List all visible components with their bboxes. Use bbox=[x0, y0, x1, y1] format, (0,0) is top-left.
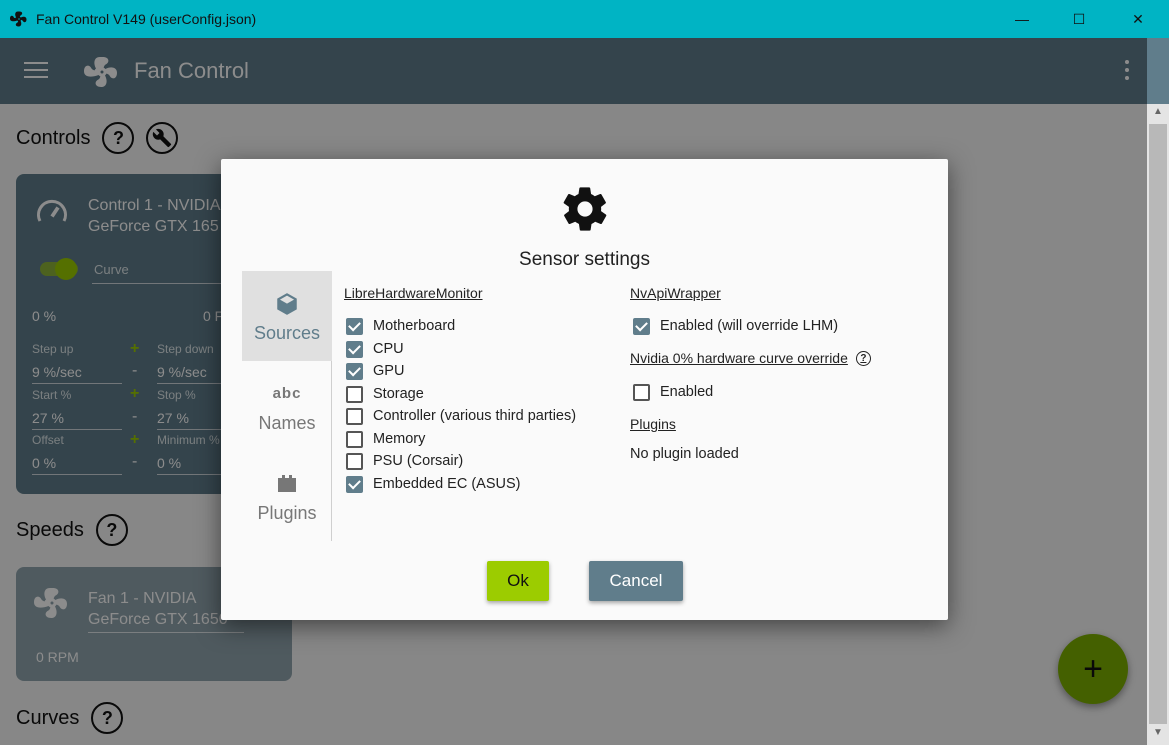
checkbox-icon[interactable] bbox=[346, 317, 363, 335]
nav-plugins-label: Plugins bbox=[257, 502, 317, 523]
sensor-settings-dialog: Sensor settings Sources abc Names Plugin… bbox=[221, 159, 948, 620]
plugin-icon bbox=[275, 469, 299, 499]
maximize-icon: ☐ bbox=[1072, 10, 1086, 27]
cancel-button[interactable]: Cancel bbox=[589, 561, 683, 601]
checkbox-icon[interactable] bbox=[346, 430, 363, 448]
checkbox-icon[interactable] bbox=[633, 317, 650, 335]
checkbox-icon[interactable] bbox=[633, 383, 650, 401]
checkbox-icon[interactable] bbox=[346, 407, 363, 425]
checkbox-motherboard[interactable]: Motherboard bbox=[346, 316, 455, 336]
checkbox-label: Enabled (will override LHM) bbox=[660, 318, 839, 334]
scroll-down-arrow-icon[interactable]: ▼ bbox=[1149, 727, 1167, 743]
checkbox-label: Embedded EC (ASUS) bbox=[373, 476, 521, 492]
nvapi-header[interactable]: NvApiWrapper bbox=[630, 285, 721, 301]
checkbox-label: Controller (various third parties) bbox=[373, 408, 577, 424]
checkbox-storage[interactable]: Storage bbox=[346, 384, 424, 404]
checkbox-nvidia-override-enabled[interactable]: Enabled bbox=[633, 382, 713, 402]
minimize-button[interactable]: — bbox=[993, 0, 1051, 38]
checkbox-icon[interactable] bbox=[346, 452, 363, 470]
fan-icon bbox=[10, 11, 27, 27]
checkbox-icon[interactable] bbox=[346, 475, 363, 493]
checkbox-label: Motherboard bbox=[373, 318, 456, 334]
lhm-header[interactable]: LibreHardwareMonitor bbox=[344, 285, 483, 301]
checkbox-label: Storage bbox=[373, 386, 424, 402]
plugins-header[interactable]: Plugins bbox=[630, 416, 676, 432]
nvidia-override-header[interactable]: Nvidia 0% hardware curve override ? bbox=[630, 350, 871, 366]
nvidia-override-header-text: Nvidia 0% hardware curve override bbox=[630, 350, 848, 366]
checkbox-icon[interactable] bbox=[346, 340, 363, 358]
maximize-button[interactable]: ☐ bbox=[1050, 0, 1108, 38]
checkbox-embedded-ec[interactable]: Embedded EC (ASUS) bbox=[346, 474, 520, 494]
nav-plugins[interactable]: Plugins bbox=[242, 451, 332, 541]
dialog-nav: Sources abc Names Plugins bbox=[242, 271, 332, 541]
minimize-icon: — bbox=[1015, 11, 1029, 27]
nav-names-label: Names bbox=[258, 412, 316, 433]
scrollbar-thumb[interactable] bbox=[1149, 124, 1167, 724]
gear-icon bbox=[563, 187, 607, 231]
window-title: Fan Control V149 (userConfig.json) bbox=[36, 11, 257, 27]
nav-sources[interactable]: Sources bbox=[242, 271, 332, 361]
checkbox-gpu[interactable]: GPU bbox=[346, 361, 404, 381]
close-button[interactable]: ✕ bbox=[1109, 0, 1167, 38]
checkbox-cpu[interactable]: CPU bbox=[346, 339, 404, 359]
scroll-up-arrow-icon[interactable]: ▲ bbox=[1149, 106, 1167, 122]
checkbox-label: GPU bbox=[373, 363, 405, 379]
checkbox-icon[interactable] bbox=[346, 385, 363, 403]
checkbox-controller[interactable]: Controller (various third parties) bbox=[346, 406, 576, 426]
checkbox-label: PSU (Corsair) bbox=[373, 453, 464, 469]
checkbox-label: Memory bbox=[373, 431, 426, 447]
ok-button[interactable]: Ok bbox=[487, 561, 549, 601]
dialog-title: Sensor settings bbox=[519, 249, 650, 270]
abc-icon: abc bbox=[272, 385, 302, 402]
help-icon[interactable]: ? bbox=[855, 350, 871, 366]
nav-names[interactable]: abc Names bbox=[242, 361, 332, 451]
checkbox-psu[interactable]: PSU (Corsair) bbox=[346, 451, 463, 471]
plugins-status: No plugin loaded bbox=[630, 446, 739, 462]
checkbox-nvapi-enabled[interactable]: Enabled (will override LHM) bbox=[633, 316, 838, 336]
checkbox-label: CPU bbox=[373, 341, 404, 357]
checkbox-icon[interactable] bbox=[346, 362, 363, 380]
checkbox-label: Enabled bbox=[660, 384, 714, 400]
close-icon: ✕ bbox=[1132, 10, 1144, 27]
cube-icon bbox=[274, 289, 300, 319]
nav-sources-label: Sources bbox=[253, 322, 321, 343]
window-titlebar: Fan Control V149 (userConfig.json) — ☐ ✕ bbox=[0, 0, 1169, 38]
checkbox-memory[interactable]: Memory bbox=[346, 429, 425, 449]
